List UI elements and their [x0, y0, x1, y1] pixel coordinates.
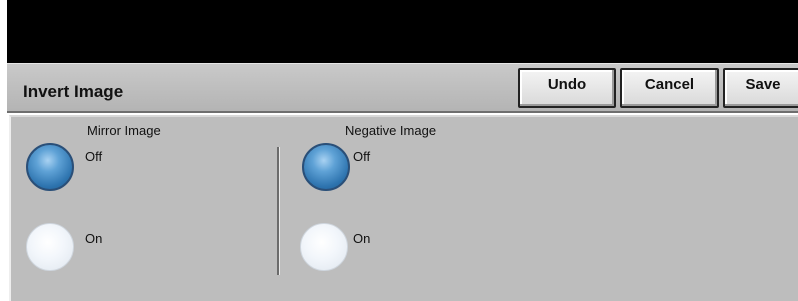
save-button[interactable]: Save [723, 68, 798, 108]
undo-button[interactable]: Undo [518, 68, 616, 108]
mirror-image-off-radio[interactable] [26, 143, 74, 191]
negative-image-label: Negative Image [345, 123, 437, 138]
header-bar: Invert Image Undo Cancel Save [7, 63, 798, 113]
invert-image-screen: Invert Image Undo Cancel Save Mirror Ima… [7, 0, 798, 301]
mirror-image-on-label: On [85, 231, 103, 246]
negative-image-off-label: Off [353, 149, 371, 164]
negative-image-on-label: On [353, 231, 371, 246]
mirror-image-on-radio[interactable] [26, 223, 74, 271]
mirror-image-off-label: Off [85, 149, 103, 164]
cancel-button[interactable]: Cancel [620, 68, 719, 108]
group-divider [277, 147, 280, 275]
top-black-bar [7, 0, 798, 63]
mirror-image-label: Mirror Image [87, 123, 161, 138]
page-title: Invert Image [23, 82, 124, 101]
negative-image-off-radio[interactable] [302, 143, 350, 191]
negative-image-on-radio[interactable] [300, 223, 348, 271]
options-panel: Mirror Image Off On Negative Image Off O… [9, 115, 798, 301]
